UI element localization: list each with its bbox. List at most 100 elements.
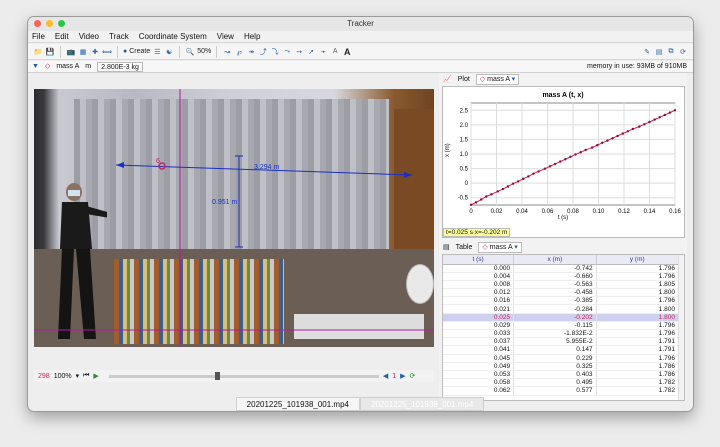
table-row[interactable]: 0.025 -0.202 1.800 [443, 313, 680, 322]
play-icon[interactable]: ▶ [93, 372, 98, 380]
data-point[interactable] [648, 120, 651, 124]
data-point[interactable] [511, 182, 515, 185]
table-row[interactable]: 0.012 -0.458 1.800 [443, 288, 680, 298]
data-point[interactable] [638, 125, 641, 128]
column-header-y[interactable]: y (m) [596, 255, 680, 265]
data-point[interactable] [663, 113, 666, 117]
menu-view[interactable]: View [217, 31, 234, 42]
refresh-icon[interactable]: ⟳ [678, 46, 688, 58]
data-point[interactable] [626, 130, 630, 133]
step-size-icon[interactable]: 1 [392, 373, 396, 380]
tab-active-video[interactable]: 20201225_101938_001.mp4 [235, 397, 360, 411]
data-point[interactable] [673, 109, 677, 112]
data-point[interactable] [596, 144, 599, 147]
font-larger-icon[interactable]: A [342, 46, 352, 58]
plot-view-icon[interactable]: 📈 [443, 75, 452, 83]
table-row[interactable]: 0.037 5.955E-2 1.791 [443, 337, 680, 347]
data-point[interactable] [548, 165, 552, 168]
trail-icon[interactable]: ↝ [222, 46, 232, 58]
menu-edit[interactable]: Edit [55, 31, 69, 42]
data-point[interactable] [590, 146, 594, 149]
close-window-icon[interactable] [34, 20, 41, 27]
data-point[interactable] [668, 111, 672, 114]
pencil-icon[interactable]: ✎ [642, 46, 652, 58]
data-point[interactable] [564, 158, 567, 161]
acceleration-icon[interactable]: ⤵ [270, 46, 280, 58]
font-smaller-icon[interactable]: A [330, 46, 340, 58]
step-forward-icon[interactable]: ▶ [400, 372, 405, 380]
timeline-slider[interactable] [108, 371, 379, 380]
video-viewer[interactable]: 6 3.294 m 0.951 m [34, 89, 434, 347]
menu-video[interactable]: Video [79, 31, 99, 42]
data-point[interactable] [569, 155, 572, 158]
data-point[interactable] [516, 180, 520, 183]
y-vector-icon[interactable]: ➛ [318, 46, 328, 58]
data-point[interactable] [537, 170, 540, 173]
table-row[interactable]: 0.062 0.577 1.782 [443, 386, 680, 396]
notes-icon[interactable]: ▤ [654, 46, 664, 58]
table-row[interactable]: 0.058 0.495 1.782 [443, 378, 680, 388]
data-point[interactable] [653, 118, 656, 121]
data-point[interactable] [522, 177, 525, 181]
zoom-level[interactable]: 50% [197, 46, 211, 58]
track-name[interactable]: mass A [56, 61, 79, 72]
x-vector-icon[interactable]: ➚ [306, 46, 316, 58]
menu-help[interactable]: Help [244, 31, 260, 42]
clip-settings-icon[interactable]: ▦ [78, 46, 88, 58]
track-select-table[interactable]: ◇ mass A ▾ [478, 241, 522, 253]
table-row[interactable]: 0.033 -1.832E-2 1.796 [443, 329, 680, 339]
zoom-menu-icon[interactable]: ▾ [76, 372, 80, 380]
plot-tab-label[interactable]: Plot [458, 76, 470, 83]
step-back-icon[interactable]: ◀ [383, 372, 388, 380]
calibration-icon[interactable]: ⟺ [102, 46, 112, 58]
data-point[interactable] [643, 123, 646, 126]
menu-file[interactable]: File [32, 31, 45, 42]
column-header-x[interactable]: x (m) [513, 255, 597, 265]
track-control-icon[interactable]: ☯ [164, 46, 174, 58]
frame-number[interactable]: 298 [38, 373, 50, 380]
data-point[interactable] [601, 141, 604, 144]
data-point[interactable] [579, 151, 582, 154]
plot-panel[interactable]: mass A (t, x) t (s) x (m) 0 0.02 0.04 0.06 0… [442, 86, 685, 238]
data-point[interactable] [621, 132, 624, 135]
data-point[interactable] [527, 175, 530, 178]
data-point[interactable] [658, 116, 661, 119]
open-folder-icon[interactable]: 📁 [33, 46, 43, 58]
table-row[interactable]: 0.029 -0.115 1.796 [443, 321, 680, 331]
data-point[interactable] [631, 127, 635, 131]
minimize-window-icon[interactable] [46, 20, 53, 27]
menu-track[interactable]: Track [109, 31, 129, 42]
slider-handle[interactable] [214, 371, 220, 380]
table-row[interactable]: 0.008 -0.563 1.805 [443, 280, 680, 290]
menu-coordinate-system[interactable]: Coordinate System [139, 31, 207, 42]
zoom-percent[interactable]: 100% [54, 373, 72, 380]
data-point[interactable] [584, 148, 587, 152]
table-tab-label[interactable]: Table [456, 244, 473, 251]
data-point[interactable] [616, 134, 619, 138]
data-point[interactable] [501, 187, 505, 191]
table-row[interactable]: 0.021 -0.284 1.800 [443, 304, 680, 314]
create-track-button[interactable]: ● Create [123, 46, 150, 58]
data-point[interactable] [496, 190, 499, 193]
column-header-t[interactable]: t (s) [443, 255, 515, 265]
data-point[interactable] [485, 195, 488, 198]
table-row[interactable]: 0.016 -0.385 1.796 [443, 296, 680, 306]
data-point[interactable] [543, 167, 547, 170]
import-video-icon[interactable]: 📺 [66, 46, 76, 58]
velocity-icon[interactable]: ⤴ [258, 46, 268, 58]
data-point[interactable] [532, 172, 535, 175]
data-point[interactable] [553, 162, 557, 166]
zoom-icon[interactable]: 🔍 [185, 46, 195, 58]
force-icon[interactable]: ⤳ [282, 46, 292, 58]
data-point[interactable] [506, 185, 510, 188]
autotracker-icon[interactable]: ☰ [152, 46, 162, 58]
table-row[interactable]: 0.000 -0.742 1.796 [443, 264, 680, 273]
track-menu-icon[interactable]: ▼ [32, 61, 39, 72]
loop-icon[interactable]: ⟳ [410, 372, 416, 380]
data-point[interactable] [490, 193, 493, 196]
table-row[interactable]: 0.004 -0.660 1.796 [443, 272, 680, 281]
data-point[interactable] [480, 198, 483, 201]
save-icon[interactable]: 💾 [45, 46, 55, 58]
data-point[interactable] [611, 137, 614, 140]
coordinate-axes-icon[interactable]: ✚ [90, 46, 100, 58]
